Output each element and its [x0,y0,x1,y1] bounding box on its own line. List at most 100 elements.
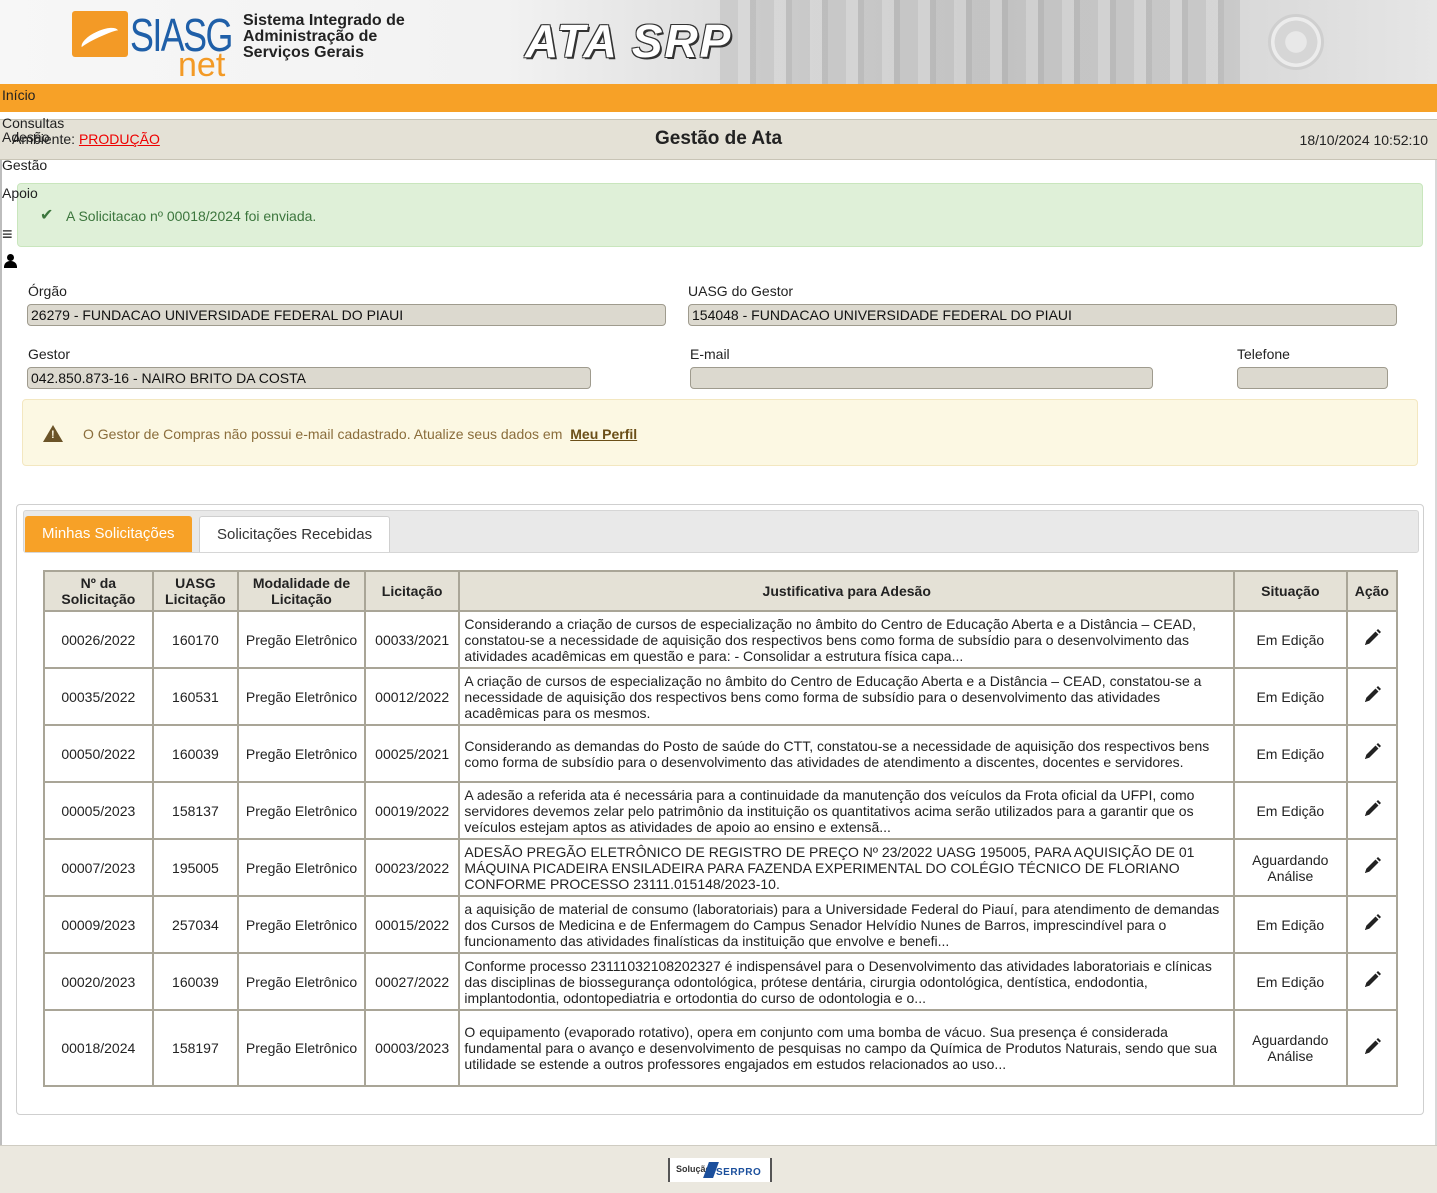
user-icon[interactable] [4,254,17,268]
col-header-situacao[interactable]: Situação [1233,570,1348,612]
uasg-gestor-field: 154048 - FUNDACAO UNIVERSIDADE FEDERAL D… [688,304,1397,326]
banner-photo [720,0,1240,84]
warning-icon: ! [43,425,63,442]
warning-alert: ! O Gestor de Compras não possui e-mail … [22,399,1418,466]
col-header-uasg[interactable]: UASG Licitação [151,570,240,612]
system-name: Sistema Integrado de Administração de Se… [243,12,405,61]
cell-situacao: Em Edição [1233,610,1348,669]
col-header-acao: Ação [1345,570,1399,612]
cell-justificativa: Considerando a criação de cursos de espe… [458,610,1235,669]
cell-licitacao: 00003/2023 [363,1009,461,1087]
menu-item-apoio[interactable]: Apoio [2,185,64,213]
header-banner: SIASG net Sistema Integrado de Administr… [0,0,1437,84]
col-header-modalidade[interactable]: Modalidade de Licitação [237,570,366,612]
cell-numero: 00007/2023 [43,838,154,897]
cell-acao [1345,838,1399,897]
gestor-label: Gestor [28,346,71,362]
table-row: 00020/2023 160039 Pregão Eletrônico 00027/2… [43,952,1399,1011]
cell-justificativa: a aquisição de material de consumo (labo… [458,895,1235,954]
tab-solicitacoes-recebidas[interactable]: Solicitações Recebidas [199,516,391,552]
left-border [0,119,2,1193]
menu-item-gestao[interactable]: Gestão [2,157,64,185]
tab-minhas-solicitacoes[interactable]: Minhas Solicitações [25,516,192,552]
menu-item-inicio[interactable]: Início [2,87,64,115]
telefone-label: Telefone [1237,346,1290,362]
table-header-row: Nº da Solicitação UASG Licitação Modalid… [43,570,1399,612]
cell-justificativa: O equipamento (evaporado rotativo), oper… [458,1009,1235,1087]
siasg-logo-icon [72,11,128,57]
cell-uasg: 257034 [151,895,240,954]
table-row: 00035/2022 160531 Pregão Eletrônico 00012/2… [43,667,1399,726]
cell-uasg: 160531 [151,667,240,726]
cell-uasg: 158137 [151,781,240,840]
cell-numero: 00020/2023 [43,952,154,1011]
orgao-field: 26279 - FUNDACAO UNIVERSIDADE FEDERAL DO… [27,304,666,326]
menu-item-adesao[interactable]: Adesão [2,129,64,157]
table-row: 00009/2023 257034 Pregão Eletrônico 00015/2… [43,895,1399,954]
app-title: ATA SRP [525,15,733,67]
nav-bar [0,84,1437,112]
cell-licitacao: 00033/2021 [363,610,461,669]
page-title: Gestão de Ata [654,128,783,149]
telefone-field [1237,367,1388,389]
success-alert: ✔ A Solicitacao nº 00018/2024 foi enviad… [17,183,1423,247]
edit-pencil-icon[interactable] [1362,1037,1382,1057]
cell-justificativa: ADESÃO PREGÃO ELETRÔNICO DE REGISTRO DE … [458,838,1235,897]
cell-situacao: Em Edição [1233,781,1348,840]
meu-perfil-link[interactable]: Meu Perfil [570,426,637,442]
cell-modalidade: Pregão Eletrônico [237,838,366,897]
edit-pencil-icon[interactable] [1362,856,1382,876]
edit-pencil-icon[interactable] [1362,628,1382,648]
serpro-text: SERPRO [716,1167,762,1178]
cell-licitacao: 00015/2022 [363,895,461,954]
cell-modalidade: Pregão Eletrônico [237,724,366,783]
cell-situacao: Em Edição [1233,724,1348,783]
table-row: 00018/2024 158197 Pregão Eletrônico 00003/2… [43,1009,1399,1087]
cell-acao [1345,724,1399,783]
edit-pencil-icon[interactable] [1362,685,1382,705]
cell-licitacao: 00027/2022 [363,952,461,1011]
cell-numero: 00009/2023 [43,895,154,954]
col-header-justificativa[interactable]: Justificativa para Adesão [458,570,1235,612]
email-label: E-mail [690,346,730,362]
cell-modalidade: Pregão Eletrônico [237,895,366,954]
cell-situacao: Em Edição [1233,952,1348,1011]
success-message: A Solicitacao nº 00018/2024 foi enviada. [66,208,317,224]
cell-acao [1345,781,1399,840]
cell-numero: 00018/2024 [43,1009,154,1087]
logo-net-text: net [178,46,226,84]
cell-modalidade: Pregão Eletrônico [237,781,366,840]
edit-pencil-icon[interactable] [1362,913,1382,933]
hamburger-menu-icon[interactable]: ≡ [2,224,13,245]
cell-situacao: Aguardando Análise [1233,1009,1348,1087]
coat-of-arms-icon [1268,14,1324,70]
table-row: 00050/2022 160039 Pregão Eletrônico 00025/2… [43,724,1399,783]
cell-uasg: 160039 [151,724,240,783]
edit-pencil-icon[interactable] [1362,970,1382,990]
edit-pencil-icon[interactable] [1362,742,1382,762]
cell-modalidade: Pregão Eletrônico [237,952,366,1011]
table-row: 00007/2023 195005 Pregão Eletrônico 00023/2… [43,838,1399,897]
cell-licitacao: 00012/2022 [363,667,461,726]
edit-pencil-icon[interactable] [1362,799,1382,819]
uasg-gestor-label: UASG do Gestor [688,283,794,299]
table-row: 00026/2022 160170 Pregão Eletrônico 00033/2… [43,610,1399,669]
cell-licitacao: 00019/2022 [363,781,461,840]
cell-uasg: 158197 [151,1009,240,1087]
cell-licitacao: 00023/2022 [363,838,461,897]
cell-acao [1345,895,1399,954]
col-header-licitacao[interactable]: Licitação [363,570,461,612]
orgao-label: Órgão [28,283,67,299]
cell-licitacao: 00025/2021 [363,724,461,783]
cell-justificativa: A criação de cursos de especialização no… [458,667,1235,726]
cell-acao [1345,952,1399,1011]
datetime: 18/10/2024 10:52:10 [1299,132,1428,148]
cell-numero: 00026/2022 [43,610,154,669]
main-menu: Início Consultas Adesão Gestão Apoio [2,87,64,213]
cell-modalidade: Pregão Eletrônico [237,610,366,669]
cell-acao [1345,1009,1399,1087]
col-header-numero[interactable]: Nº da Solicitação [43,570,154,612]
cell-situacao: Em Edição [1233,667,1348,726]
cell-uasg: 160039 [151,952,240,1011]
cell-modalidade: Pregão Eletrônico [237,667,366,726]
